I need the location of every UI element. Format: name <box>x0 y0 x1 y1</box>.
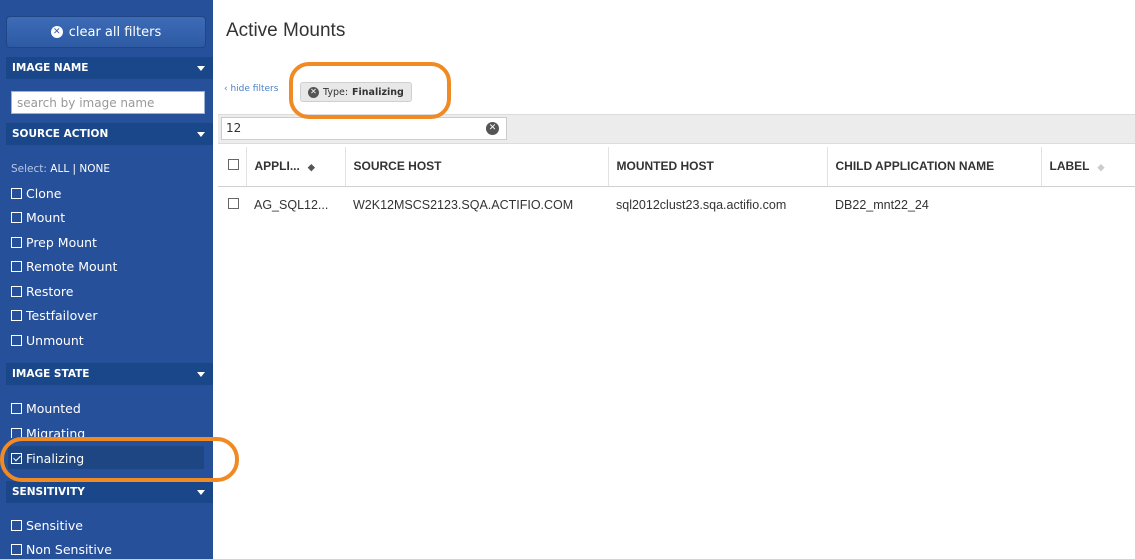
filter-value: Finalizing <box>352 86 404 98</box>
source-action-option[interactable]: Restore <box>11 281 73 301</box>
table-row[interactable]: AG_SQL12... W2K12MSCS2123.SQA.ACTIFIO.CO… <box>218 186 1135 224</box>
checkbox[interactable] <box>11 309 22 321</box>
select-all-link[interactable]: ALL <box>50 163 69 175</box>
column-header-child-application-name[interactable]: CHILD APPLICATION NAME <box>827 147 1042 187</box>
count-input[interactable]: 12 <box>221 117 507 140</box>
option-label: Remote Mount <box>26 258 118 274</box>
option-label: Testfailover <box>26 307 98 323</box>
select-all-none: Select: ALL | NONE <box>11 163 110 175</box>
active-mounts-table: APPLI... ◆ SOURCE HOST MOUNTED HOST CHILD… <box>218 147 1135 224</box>
caret-down-icon <box>197 132 205 137</box>
column-header-source-host[interactable]: SOURCE HOST <box>345 147 609 187</box>
remove-filter-icon[interactable]: ✕ <box>308 86 319 98</box>
column-header-mounted-host[interactable]: MOUNTED HOST <box>608 147 828 187</box>
clear-all-filters-label: clear all filters <box>68 24 162 40</box>
checkbox[interactable] <box>11 260 22 272</box>
select-all-checkbox[interactable] <box>228 159 239 171</box>
source-action-option[interactable]: Unmount <box>11 330 84 350</box>
clear-all-filters-button[interactable]: ✕ clear all filters <box>6 16 206 48</box>
checkbox[interactable] <box>11 187 22 199</box>
sensitivity-header[interactable]: SENSITIVITY <box>6 481 213 503</box>
image-state-option[interactable]: Migrating <box>11 423 85 438</box>
row-select-cell <box>218 186 246 224</box>
image-state-header-label: IMAGE STATE <box>12 368 90 380</box>
option-label: Unmount <box>26 332 84 348</box>
column-label: SOURCE HOST <box>353 159 442 174</box>
source-action-option[interactable]: Remote Mount <box>11 256 117 276</box>
checkbox[interactable] <box>11 334 22 346</box>
checkbox[interactable] <box>11 427 22 438</box>
filter-key: Type: <box>323 86 349 98</box>
select-separator: | <box>72 163 77 175</box>
option-label: Restore <box>26 283 74 299</box>
column-label: CHILD APPLICATION NAME <box>835 159 995 174</box>
clear-x-icon: ✕ <box>50 26 63 38</box>
column-header-application[interactable]: APPLI... ◆ <box>246 147 346 187</box>
image-name-search-input[interactable] <box>11 91 205 114</box>
sensitivity-option[interactable]: Sensitive <box>11 515 83 535</box>
checkbox[interactable] <box>11 402 22 414</box>
page-title: Active Mounts <box>226 20 346 41</box>
source-action-option[interactable]: Mount <box>11 207 65 227</box>
hide-filters-link[interactable]: ‹ hide filters <box>224 84 278 94</box>
option-label: Finalizing <box>26 450 85 466</box>
column-label: APPLI... <box>254 159 300 174</box>
app-root: ✕ clear all filters IMAGE NAME SOURCE AC… <box>0 0 1135 559</box>
select-prefix: Select: <box>11 163 47 175</box>
option-label: Migrating <box>26 425 86 439</box>
clear-count-icon[interactable]: ✕ <box>486 122 499 135</box>
select-none-link[interactable]: NONE <box>79 163 110 175</box>
source-action-option[interactable]: Testfailover <box>11 305 98 325</box>
cell-label <box>1041 186 1135 224</box>
option-label: Sensitive <box>26 517 83 533</box>
image-name-header-label: IMAGE NAME <box>12 62 89 74</box>
active-filter-chip[interactable]: ✕ Type: Finalizing <box>300 82 412 102</box>
caret-down-icon <box>197 372 205 377</box>
source-action-header[interactable]: SOURCE ACTION <box>6 123 213 145</box>
image-state-option[interactable]: Finalizing <box>11 448 84 468</box>
source-action-header-label: SOURCE ACTION <box>12 128 109 140</box>
checkbox[interactable] <box>11 543 22 555</box>
checkbox[interactable] <box>11 285 22 297</box>
option-label: Mount <box>26 209 66 225</box>
column-label: MOUNTED HOST <box>616 159 714 174</box>
row-checkbox[interactable] <box>228 198 239 210</box>
sensitivity-option[interactable]: Non Sensitive <box>11 539 112 559</box>
source-action-option[interactable]: Prep Mount <box>11 232 97 252</box>
select-all-column <box>218 147 247 187</box>
image-name-header[interactable]: IMAGE NAME <box>6 57 213 79</box>
table-header-row: APPLI... ◆ SOURCE HOST MOUNTED HOST CHILD… <box>218 147 1135 187</box>
migrating-clip: Migrating <box>0 423 213 438</box>
source-action-option[interactable]: Clone <box>11 183 61 203</box>
option-label: Clone <box>26 185 62 201</box>
column-header-label[interactable]: LABEL ◆ <box>1041 147 1135 187</box>
cell-source-host: W2K12MSCS2123.SQA.ACTIFIO.COM <box>353 198 574 213</box>
filter-sidebar: ✕ clear all filters IMAGE NAME SOURCE AC… <box>0 0 213 559</box>
column-label: LABEL <box>1049 159 1090 174</box>
sort-updown-icon[interactable]: ◆ <box>1098 162 1105 173</box>
checkbox[interactable] <box>11 236 22 248</box>
image-state-option[interactable]: Mounted <box>11 398 81 418</box>
cell-application: AG_SQL12... <box>254 198 329 213</box>
option-label: Prep Mount <box>26 234 97 250</box>
caret-down-icon <box>197 490 205 495</box>
option-label: Mounted <box>26 400 81 416</box>
cell-mounted-host: sql2012clust23.sqa.actifio.com <box>616 198 787 213</box>
option-label: Non Sensitive <box>26 541 112 557</box>
checkbox[interactable] <box>11 211 22 223</box>
cell-child-application-name: DB22_mnt22_24 <box>835 198 929 213</box>
sort-updown-icon[interactable]: ◆ <box>308 162 315 173</box>
checkbox[interactable] <box>11 519 22 531</box>
checkbox-checked[interactable] <box>11 452 22 464</box>
image-state-header[interactable]: IMAGE STATE <box>6 363 213 385</box>
sensitivity-header-label: SENSITIVITY <box>12 486 85 498</box>
caret-down-icon <box>197 66 205 71</box>
